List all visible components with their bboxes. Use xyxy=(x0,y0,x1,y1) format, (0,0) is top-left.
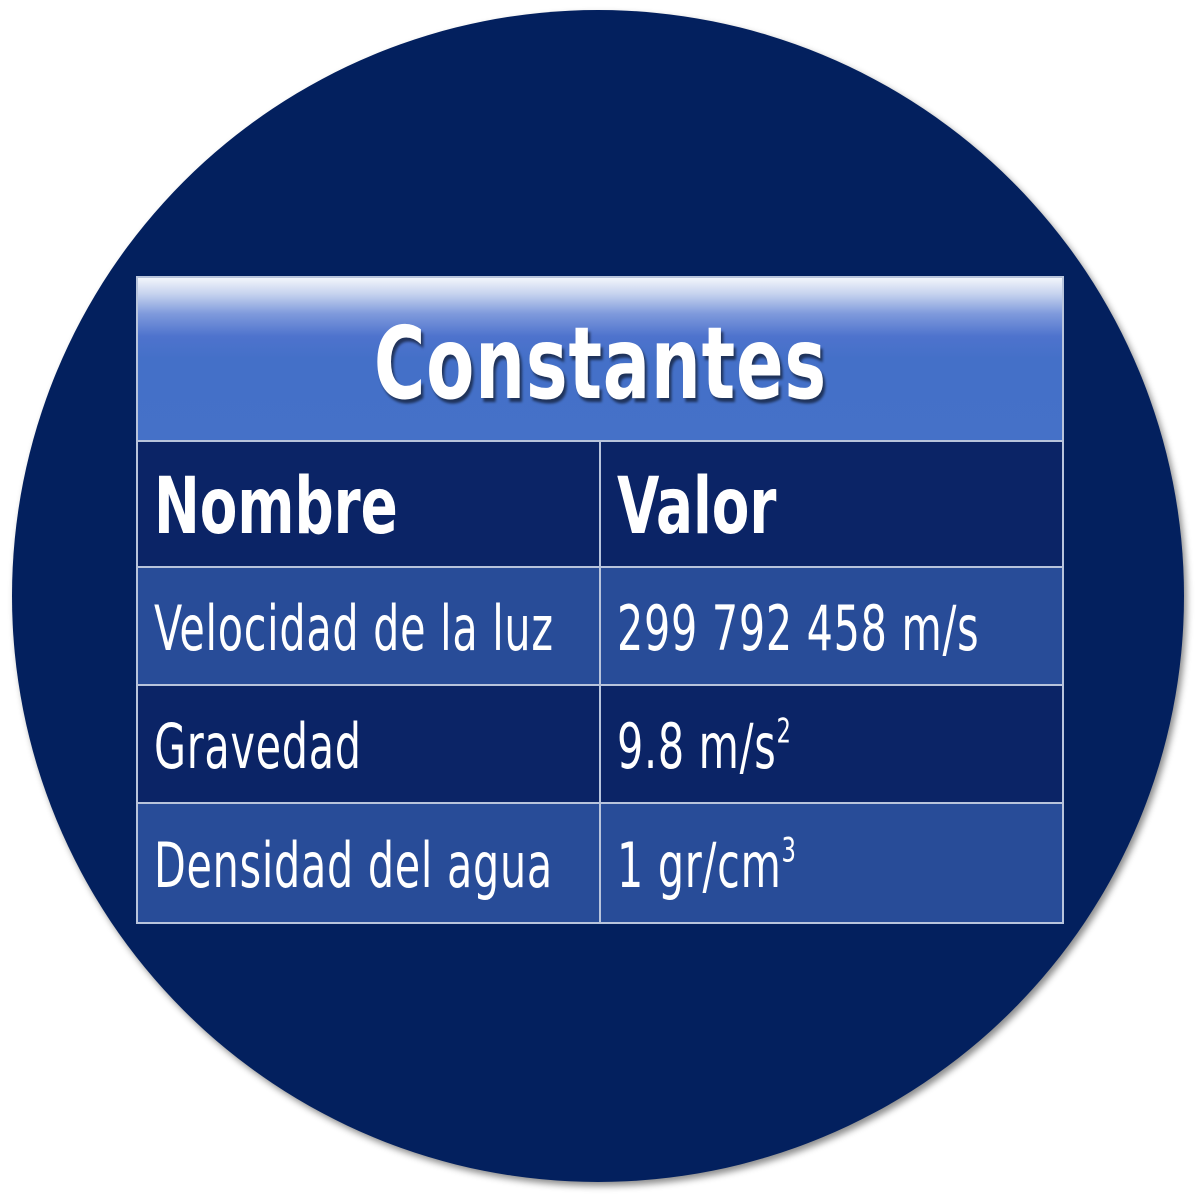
row-exponent: 2 xyxy=(776,710,792,751)
row-value: 1 gr/cm3 xyxy=(617,828,797,902)
header-name-label: Nombre xyxy=(154,462,398,552)
table-row: Velocidad de la luz 299 792 458 m/s xyxy=(138,568,1062,686)
row-value: 299 792 458 m/s xyxy=(617,591,980,665)
row-name: Velocidad de la luz xyxy=(154,591,554,665)
table-row: Densidad del agua 1 gr/cm3 xyxy=(138,804,1062,922)
row-name: Densidad del agua xyxy=(154,828,553,902)
table-title: Constantes xyxy=(373,304,827,422)
header-cell-value: Valor xyxy=(601,442,1062,566)
row-exponent: 3 xyxy=(781,829,797,870)
row-value-cell: 299 792 458 m/s xyxy=(601,568,1062,684)
table-header-row: Nombre Valor xyxy=(138,442,1062,568)
header-value-label: Valor xyxy=(617,462,777,552)
constants-table: Constantes Nombre Valor Velocidad de la … xyxy=(136,276,1064,924)
row-name-cell: Velocidad de la luz xyxy=(138,568,601,684)
row-value-cell: 9.8 m/s2 xyxy=(601,686,1062,802)
row-value-cell: 1 gr/cm3 xyxy=(601,804,1062,922)
table-row: Gravedad 9.8 m/s2 xyxy=(138,686,1062,804)
table-title-band: Constantes xyxy=(138,278,1062,442)
row-name-cell: Densidad del agua xyxy=(138,804,601,922)
row-name: Gravedad xyxy=(154,709,362,783)
row-name-cell: Gravedad xyxy=(138,686,601,802)
row-value: 9.8 m/s2 xyxy=(617,709,792,783)
header-cell-name: Nombre xyxy=(138,442,601,566)
